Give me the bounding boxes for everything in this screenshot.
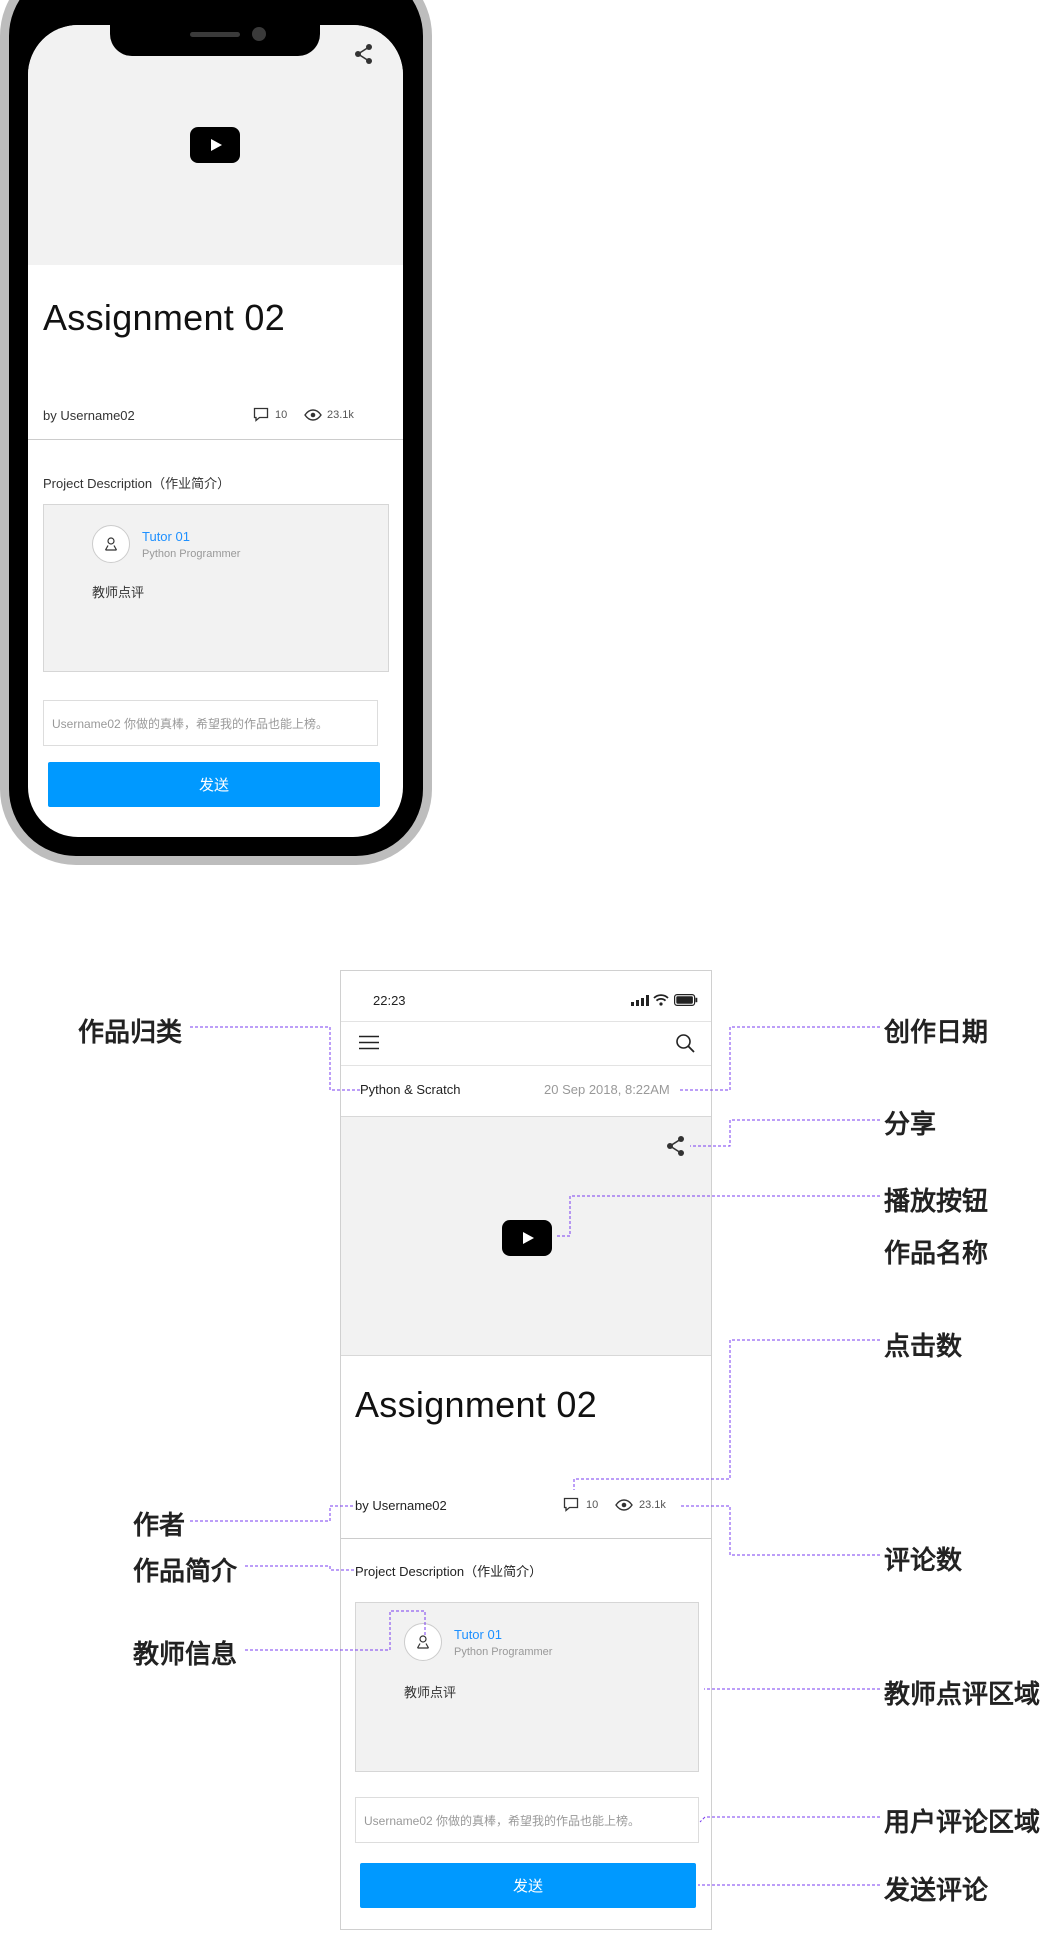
assignment-title: Assignment 02 (43, 297, 286, 338)
comment-input[interactable]: Username02 你做的真棒，希望我的作品也能上榜。 (355, 1797, 699, 1843)
author-label[interactable]: by Username02 (355, 1498, 447, 1513)
tutor-avatar[interactable] (92, 525, 130, 563)
user-icon (416, 1635, 430, 1649)
phone-power-button (427, 195, 432, 295)
divider (341, 1538, 711, 1539)
wifi-icon (653, 994, 669, 1006)
play-button[interactable] (190, 127, 240, 163)
annotation-title: 作品名称 (884, 1238, 989, 1268)
annotation-share: 分享 (884, 1109, 937, 1139)
tutor-review-box: Tutor 01 Python Programmer 教师点评 (355, 1602, 699, 1772)
phone-volume-button (0, 95, 5, 150)
author-label[interactable]: by Username02 (43, 408, 135, 423)
category-label[interactable]: Python & Scratch (360, 1082, 460, 1097)
phone-notch (110, 25, 320, 56)
phone-speaker (190, 32, 240, 37)
annotation-comments: 评论数 (884, 1545, 963, 1575)
project-description-label: Project Description（作业简介） (43, 476, 231, 491)
play-button[interactable] (502, 1220, 552, 1256)
view-count: 23.1k (639, 1499, 666, 1511)
eye-icon (304, 409, 322, 421)
send-button[interactable]: 发送 (360, 1863, 696, 1908)
comment-count: 10 (275, 409, 288, 421)
leader-share (690, 1119, 880, 1147)
divider (341, 1065, 711, 1066)
status-time: 22:23 (373, 993, 406, 1008)
phone-screen: Assignment 02 by Username02 10 23.1k Pro… (28, 25, 403, 837)
user-icon (104, 537, 118, 551)
comment-input[interactable]: Username02 你做的真棒，希望我的作品也能上榜。 (43, 700, 378, 746)
tutor-name[interactable]: Tutor 01 (454, 1627, 502, 1642)
battery-icon (674, 994, 698, 1006)
leader-description (245, 1565, 355, 1571)
tutor-review-text: 教师点评 (404, 1685, 457, 1700)
tutor-role: Python Programmer (454, 1646, 553, 1658)
phone-volume-button (0, 170, 5, 225)
play-icon (211, 139, 222, 151)
divider (28, 439, 403, 440)
assignment-title: Assignment 02 (355, 1384, 598, 1425)
play-icon (523, 1232, 534, 1244)
annotation-tutor-info: 教师信息 (133, 1639, 238, 1669)
tutor-role: Python Programmer (142, 548, 241, 560)
annotation-user-comment-area: 用户评论区域 (884, 1807, 1041, 1837)
comment-icon[interactable] (253, 407, 269, 423)
annotation-description: 作品简介 (133, 1556, 238, 1586)
annotation-category: 作品归类 (78, 1017, 183, 1047)
share-icon[interactable] (665, 1135, 687, 1157)
signal-icon (631, 995, 649, 1006)
send-button[interactable]: 发送 (48, 762, 380, 807)
share-icon[interactable] (353, 43, 375, 65)
creation-date: 20 Sep 2018, 8:22AM (544, 1082, 670, 1097)
divider (341, 1021, 711, 1022)
annotation-author: 作者 (133, 1510, 186, 1540)
tutor-review-box: Tutor 01 Python Programmer 教师点评 (43, 504, 389, 672)
leader-author (190, 1505, 355, 1522)
tutor-avatar[interactable] (404, 1623, 442, 1661)
leader-category (190, 1026, 362, 1091)
annotation-send-comment: 发送评论 (884, 1875, 989, 1905)
search-icon[interactable] (675, 1033, 695, 1053)
annotation-views: 点击数 (884, 1331, 963, 1361)
tutor-review-text: 教师点评 (92, 585, 145, 600)
tutor-name[interactable]: Tutor 01 (142, 529, 190, 544)
eye-icon (615, 1499, 633, 1511)
leader-user-comment (699, 1816, 880, 1823)
phone-camera (252, 27, 266, 41)
project-description-label: Project Description（作业简介） (355, 1564, 543, 1579)
annotation-date: 创作日期 (884, 1017, 989, 1047)
annotation-play: 播放按钮 (884, 1186, 989, 1216)
annotation-review-area: 教师点评区域 (884, 1679, 1041, 1709)
wireframe-screen: 22:23 Python & Scratch 20 Sep 2018, 8:22… (340, 970, 712, 1930)
view-count: 23.1k (327, 409, 354, 421)
comment-count: 10 (586, 1499, 599, 1511)
comment-icon[interactable] (563, 1497, 579, 1513)
menu-icon[interactable] (359, 1035, 379, 1050)
